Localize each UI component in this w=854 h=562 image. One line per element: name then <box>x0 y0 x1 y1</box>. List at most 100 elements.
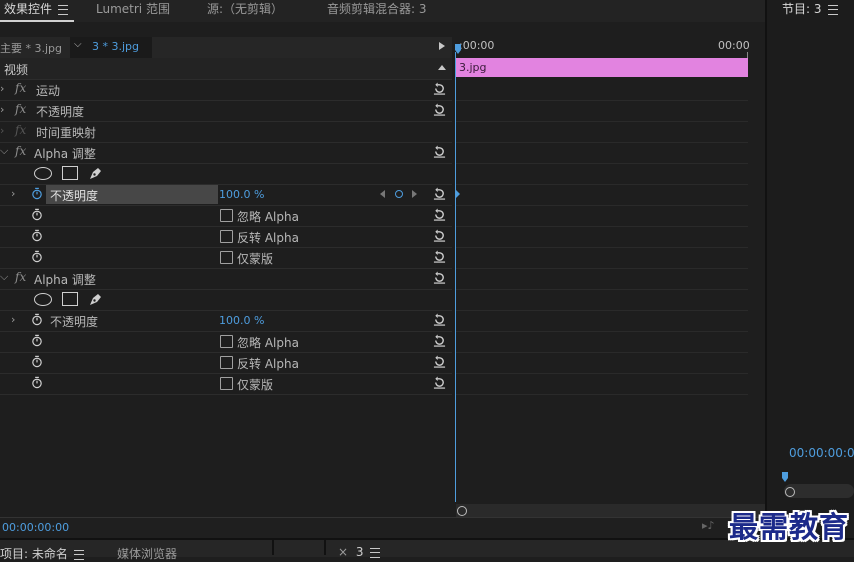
timeline-clip[interactable]: 3.jpg <box>456 58 748 77</box>
sequence-menu-icon[interactable] <box>369 547 380 558</box>
program-scroll-handle[interactable] <box>785 487 795 497</box>
stopwatch-icon[interactable] <box>31 334 43 347</box>
effect-row-alpha-adjust[interactable]: ⌵ fx Alpha 调整 <box>0 142 452 164</box>
reset-icon[interactable] <box>433 82 446 95</box>
reset-icon[interactable] <box>433 103 446 116</box>
timeline-track-row <box>456 205 748 227</box>
timeline-track-row <box>456 310 748 332</box>
property-opacity-value[interactable]: 100.0 % <box>219 188 264 201</box>
reset-icon[interactable] <box>433 250 446 263</box>
reset-icon[interactable] <box>433 355 446 368</box>
timeline-track-row <box>456 247 748 269</box>
property-opacity-value[interactable]: 100.0 % <box>219 314 264 327</box>
fx-icon: fx <box>15 123 27 137</box>
rectangle-mask-icon[interactable] <box>62 292 78 306</box>
timeline-scroll-handle[interactable] <box>457 506 467 516</box>
fx-icon[interactable]: fx <box>15 270 26 284</box>
stopwatch-icon[interactable] <box>31 250 43 263</box>
reset-icon[interactable] <box>433 376 446 389</box>
expand-chevron-icon[interactable]: › <box>0 124 4 137</box>
tab-effect-controls[interactable]: 效果控件 <box>4 0 69 22</box>
play-only-clip-button[interactable] <box>439 42 445 50</box>
tab-program[interactable]: 节目: 3 <box>782 0 838 22</box>
next-keyframe-icon[interactable] <box>412 190 417 198</box>
close-icon[interactable]: × <box>338 545 348 559</box>
ignore-alpha-checkbox[interactable] <box>220 209 233 222</box>
effect-row-opacity[interactable]: › fx 不透明度 <box>0 100 452 122</box>
tab-media-browser[interactable]: 媒体浏览器 <box>117 545 177 562</box>
program-menu-icon[interactable] <box>827 4 838 15</box>
collapse-chevron-icon[interactable]: ⌵ <box>0 144 8 158</box>
property-row-ignore-alpha[interactable]: 忽略 Alpha <box>0 205 452 227</box>
tab-lumetri-scopes[interactable]: Lumetri 范围 <box>96 0 170 22</box>
stopwatch-icon[interactable] <box>31 355 43 368</box>
property-row-mask-only[interactable]: 仅蒙版 <box>0 247 452 269</box>
property-row-opacity[interactable]: › 不透明度 100.0 % <box>0 184 452 206</box>
ignore-alpha-checkbox[interactable] <box>220 335 233 348</box>
mask-only-checkbox[interactable] <box>220 377 233 390</box>
tab-audio-clip-mixer[interactable]: 音频剪辑混合器: 3 <box>327 0 427 22</box>
timeline-track-row <box>456 352 748 374</box>
stopwatch-icon[interactable] <box>31 208 43 221</box>
effects-footer <box>0 517 765 538</box>
reset-icon[interactable] <box>433 208 446 221</box>
reset-icon[interactable] <box>433 334 446 347</box>
stopwatch-icon[interactable] <box>31 376 43 389</box>
rectangle-mask-icon[interactable] <box>62 166 78 180</box>
prev-keyframe-icon[interactable] <box>380 190 385 198</box>
fx-icon[interactable]: fx <box>15 81 26 95</box>
effect-row-alpha-adjust-2[interactable]: ⌵ fx Alpha 调整 <box>0 268 452 290</box>
property-row-opacity-2[interactable]: › 不透明度 100.0 % <box>0 310 452 332</box>
invert-alpha-checkbox[interactable] <box>220 230 233 243</box>
property-row-ignore-alpha-2[interactable]: 忽略 Alpha <box>0 331 452 353</box>
property-row-invert-alpha[interactable]: 反转 Alpha <box>0 226 452 248</box>
ellipse-mask-icon[interactable] <box>34 293 52 306</box>
add-keyframe-icon[interactable] <box>395 190 403 198</box>
property-row-invert-alpha-2[interactable]: 反转 Alpha <box>0 352 452 374</box>
pen-mask-icon[interactable] <box>88 165 104 181</box>
mask-only-checkbox[interactable] <box>220 251 233 264</box>
fx-icon[interactable]: fx <box>15 102 26 116</box>
property-row-mask-only-2[interactable]: 仅蒙版 <box>0 373 452 395</box>
reset-icon[interactable] <box>433 145 446 158</box>
reset-icon[interactable] <box>433 271 446 284</box>
panel-menu-icon[interactable] <box>58 4 69 15</box>
effect-row-time-remap[interactable]: › fx 时间重映射 <box>0 121 452 143</box>
mask-tools-row-2 <box>0 289 452 311</box>
mask-only-label: 仅蒙版 <box>237 252 274 266</box>
reset-icon[interactable] <box>433 187 446 200</box>
master-clip-label[interactable]: 主要 * 3.jpg <box>0 40 62 56</box>
expand-chevron-icon[interactable]: › <box>0 103 4 116</box>
audio-scrub-icon[interactable]: ▸♪ <box>702 519 715 532</box>
panel-divider[interactable] <box>324 538 326 555</box>
fx-icon[interactable]: fx <box>15 144 26 158</box>
expand-chevron-icon[interactable]: › <box>11 313 15 326</box>
pen-mask-icon[interactable] <box>88 291 104 307</box>
effect-alpha-label: Alpha 调整 <box>34 147 96 161</box>
expand-chevron-icon[interactable]: › <box>0 82 4 95</box>
effect-row-motion[interactable]: › fx 运动 <box>0 79 452 101</box>
clip-selector[interactable]: ⌵ 3 * 3.jpg <box>70 37 152 58</box>
ellipse-mask-icon[interactable] <box>34 167 52 180</box>
section-video-label: 视频 <box>4 63 29 77</box>
invert-alpha-checkbox[interactable] <box>220 356 233 369</box>
stopwatch-icon[interactable] <box>31 187 43 200</box>
expand-chevron-icon[interactable]: › <box>11 187 15 200</box>
tab-program-label: 节目: 3 <box>782 2 822 16</box>
stopwatch-icon[interactable] <box>31 313 43 326</box>
reset-icon[interactable] <box>433 229 446 242</box>
timeline-scrollbar[interactable] <box>456 504 765 517</box>
collapse-chevron-icon[interactable]: ⌵ <box>0 270 8 284</box>
footer-timecode[interactable]: 00:00:00:00 <box>2 521 69 534</box>
tab-sequence[interactable]: × 3 <box>338 545 380 559</box>
section-video: 视频 <box>0 58 452 80</box>
keyframe-marker-icon[interactable] <box>456 190 460 198</box>
panel-divider[interactable] <box>272 538 274 555</box>
collapse-up-icon[interactable] <box>438 65 446 70</box>
stopwatch-icon[interactable] <box>31 229 43 242</box>
reset-icon[interactable] <box>433 313 446 326</box>
tab-source[interactable]: 源:（无剪辑） <box>207 0 283 22</box>
program-timecode[interactable]: 00:00:00:00 <box>789 446 854 460</box>
effect-alpha-label: Alpha 调整 <box>34 273 96 287</box>
tab-project[interactable]: 项目: 未命名 <box>0 545 84 562</box>
